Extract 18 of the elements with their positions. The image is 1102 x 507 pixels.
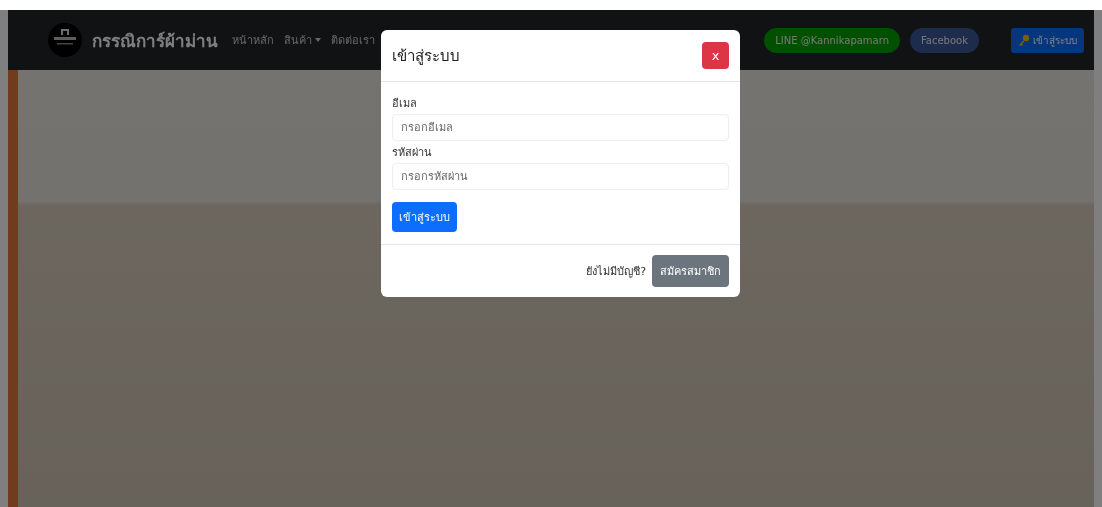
key-icon	[1018, 34, 1030, 46]
login-button[interactable]: เข้าสู่ระบบ	[1011, 27, 1084, 53]
field-label: รหัสผ่าน	[392, 145, 432, 161]
nav-link[interactable]: หน้าหลัก	[232, 31, 274, 49]
field-label: อีเมล	[392, 96, 417, 112]
input-field[interactable]: กรอกรหัสผ่าน	[392, 163, 729, 190]
close-button[interactable]: x	[702, 42, 729, 69]
submit-button[interactable]: เข้าสู่ระบบ	[392, 202, 457, 232]
brand-link[interactable]: กรรณิการ์ผ้าม่าน	[92, 26, 218, 54]
logo-icon[interactable]	[48, 23, 82, 57]
footer-text: ยังไม่มีบัญชี?	[586, 264, 646, 280]
input-field[interactable]: กรอกอีเมล	[392, 114, 729, 141]
nav-link[interactable]: ติดต่อเรา	[331, 31, 375, 49]
dialog-title: เข้าสู่ระบบ	[392, 45, 460, 67]
social-button[interactable]: LINE @Kannikapamarn	[764, 27, 900, 53]
social-button[interactable]: Facebook	[910, 27, 979, 53]
register-button[interactable]: สมัครสมาชิก	[652, 255, 729, 287]
nav-link[interactable]: สินค้า	[284, 31, 321, 49]
